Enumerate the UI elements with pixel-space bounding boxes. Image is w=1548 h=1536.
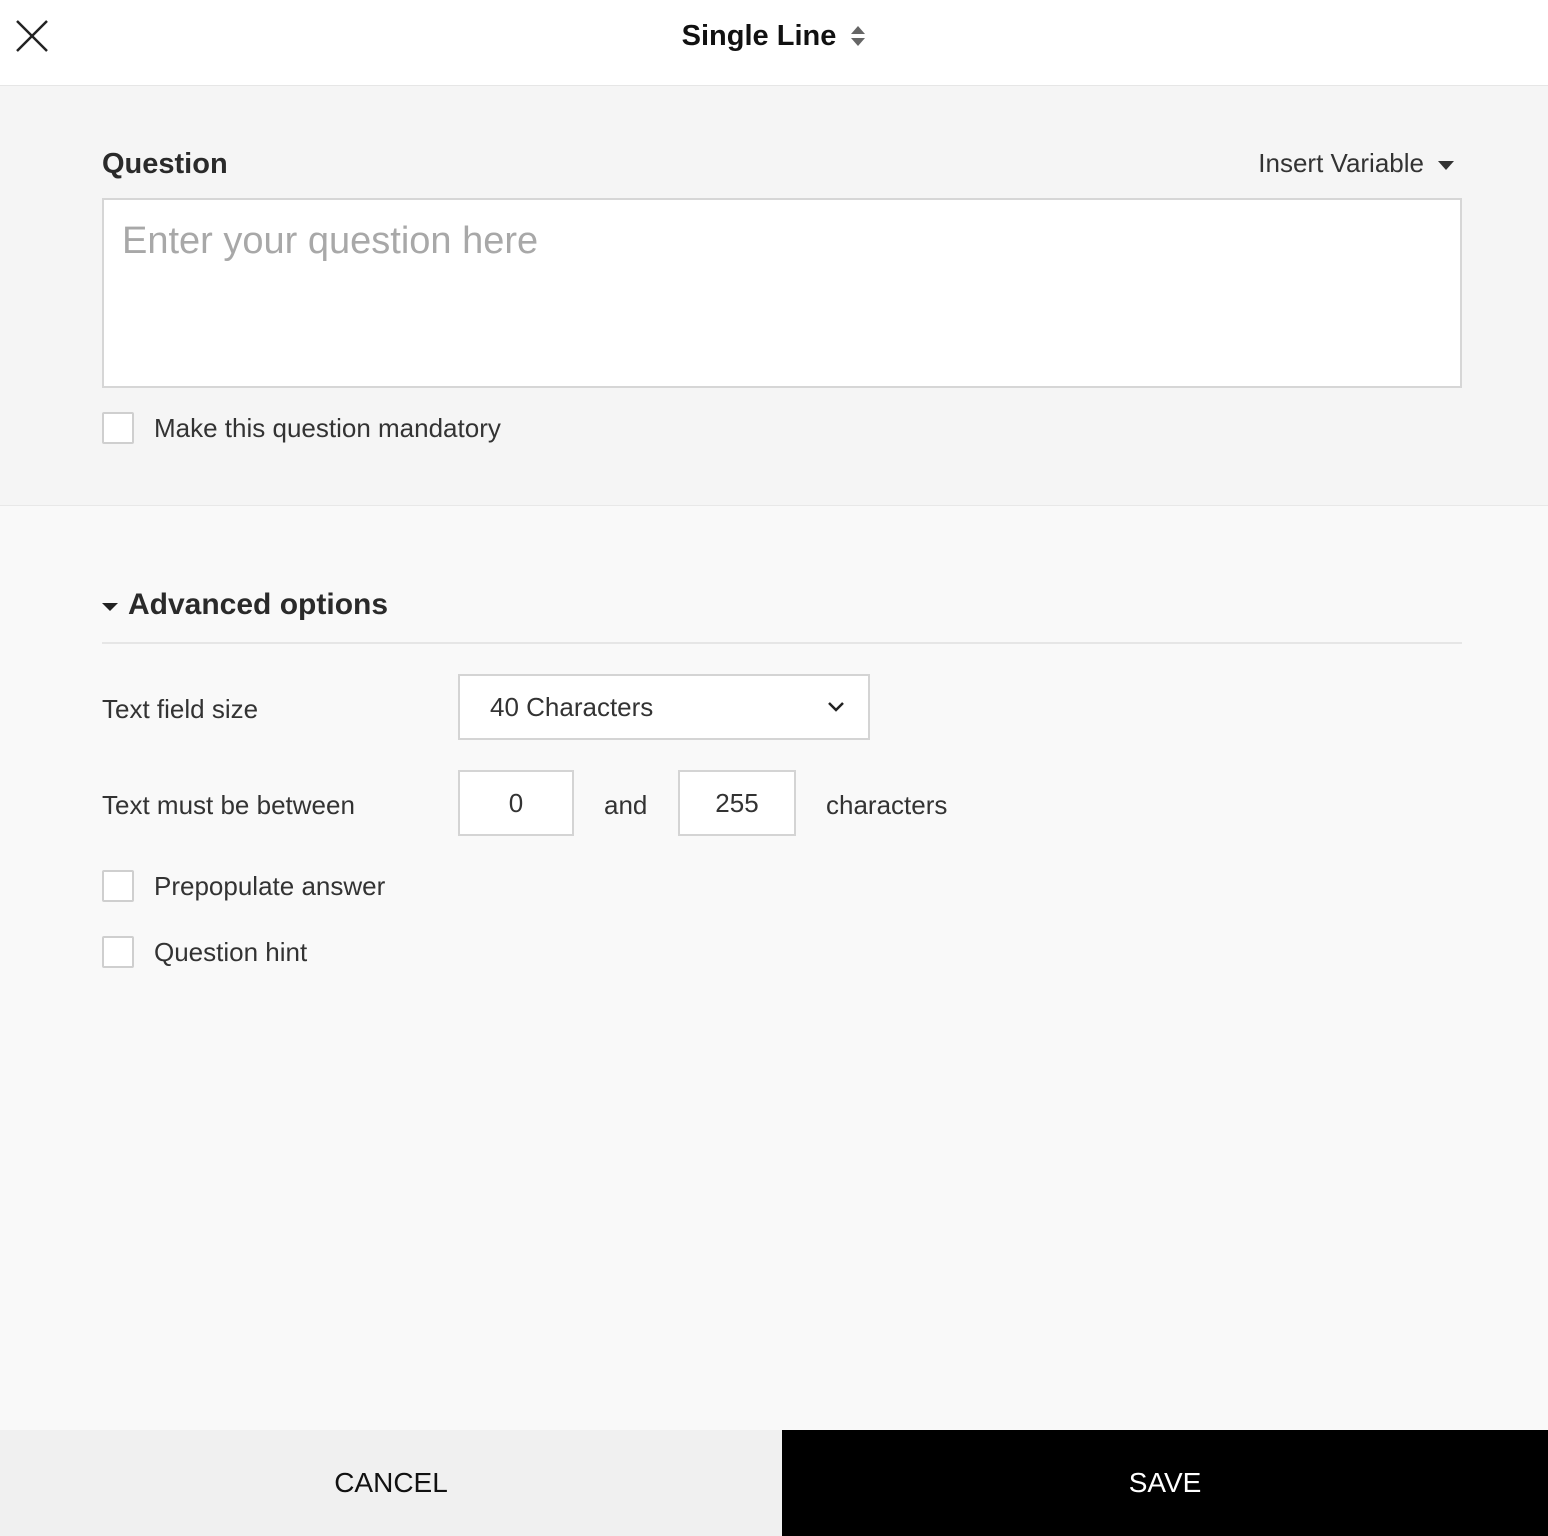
dialog-title: Single Line bbox=[681, 19, 837, 52]
and-label: and bbox=[604, 790, 648, 820]
sort-arrows-icon[interactable] bbox=[850, 24, 866, 48]
question-label: Question bbox=[102, 148, 228, 180]
caret-down-icon bbox=[1438, 161, 1454, 170]
save-button[interactable]: SAVE bbox=[782, 1430, 1548, 1536]
min-length-input[interactable] bbox=[458, 770, 574, 836]
prepopulate-label: Prepopulate answer bbox=[154, 870, 386, 901]
question-section: Question Insert Variable Make this quest… bbox=[0, 86, 1548, 506]
question-input[interactable] bbox=[102, 198, 1462, 388]
length-range-label: Text must be between bbox=[102, 790, 355, 820]
advanced-options-toggle[interactable]: Advanced options bbox=[102, 588, 388, 622]
cancel-button[interactable]: CANCEL bbox=[0, 1430, 782, 1536]
caret-down-icon bbox=[102, 603, 118, 611]
mandatory-checkbox-row[interactable]: Make this question mandatory bbox=[102, 412, 501, 444]
dialog-header: Single Line bbox=[0, 0, 1548, 86]
insert-variable-dropdown[interactable]: Insert Variable bbox=[1258, 148, 1454, 179]
question-hint-checkbox[interactable] bbox=[102, 936, 134, 968]
advanced-options-title: Advanced options bbox=[128, 588, 389, 621]
mandatory-label: Make this question mandatory bbox=[154, 412, 501, 443]
text-field-size-select[interactable]: 40 Characters bbox=[458, 674, 870, 740]
insert-variable-label: Insert Variable bbox=[1258, 148, 1424, 178]
prepopulate-checkbox[interactable] bbox=[102, 870, 134, 902]
max-length-input[interactable] bbox=[678, 770, 796, 836]
question-hint-checkbox-row[interactable]: Question hint bbox=[102, 936, 307, 968]
dialog-footer: CANCEL SAVE bbox=[0, 1430, 1548, 1536]
mandatory-checkbox[interactable] bbox=[102, 412, 134, 444]
prepopulate-checkbox-row[interactable]: Prepopulate answer bbox=[102, 870, 385, 902]
advanced-options-section: Advanced options Text field size 40 Char… bbox=[0, 506, 1548, 1430]
question-hint-label: Question hint bbox=[154, 936, 308, 967]
text-field-size-value: 40 Characters bbox=[490, 691, 654, 722]
characters-label: characters bbox=[826, 790, 948, 820]
divider bbox=[102, 642, 1462, 644]
question-type-switcher[interactable]: Single Line bbox=[0, 0, 1548, 72]
chevron-down-icon bbox=[826, 700, 846, 714]
text-field-size-label: Text field size bbox=[102, 694, 259, 724]
